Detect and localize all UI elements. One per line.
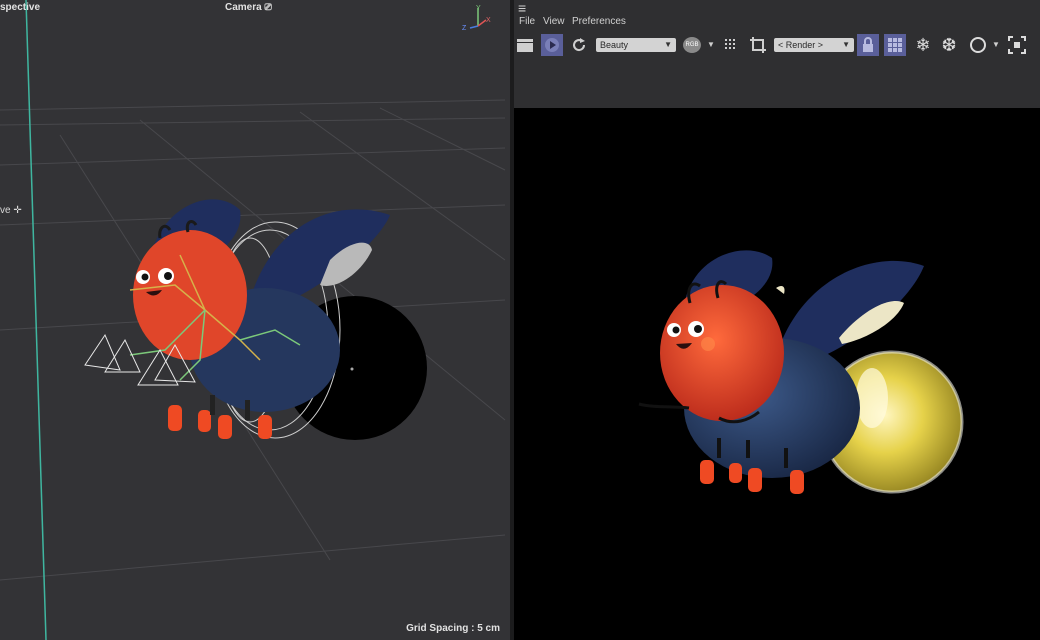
- viewport-scene[interactable]: Y Z X: [0, 0, 510, 640]
- camera-icon: ⎚: [264, 2, 272, 12]
- render-canvas[interactable]: [514, 108, 1040, 640]
- snowflake-icon[interactable]: ❄: [912, 34, 934, 56]
- crop-icon: [750, 37, 766, 53]
- render-select[interactable]: < Render > ▼: [774, 38, 854, 52]
- move-tool-label[interactable]: ve ✛: [0, 205, 22, 216]
- move-tool-text: ve: [0, 205, 11, 216]
- focus-button[interactable]: [1006, 34, 1028, 56]
- menu-file[interactable]: File: [519, 16, 535, 27]
- lock-icon: [863, 37, 873, 52]
- rendered-image: [638, 250, 964, 494]
- render-menu-bar: ≡ File View Preferences: [514, 0, 1040, 32]
- head-viewport[interactable]: [133, 230, 247, 360]
- viewport-panel[interactable]: Y Z X spective Camera ⎚ ve ✛ Grid Spacin…: [0, 0, 510, 640]
- hamburger-icon[interactable]: ≡: [518, 0, 526, 16]
- snowflake-plus-icon[interactable]: ❆: [938, 34, 960, 56]
- clapperboard-icon: [517, 39, 533, 52]
- chevron-down-icon: ▼: [664, 40, 672, 49]
- focus-icon: [1008, 36, 1026, 54]
- view-mode-label[interactable]: spective: [0, 2, 40, 13]
- crop-button[interactable]: [747, 34, 769, 56]
- circle-icon: [970, 37, 986, 53]
- render-select-value: < Render >: [778, 40, 824, 50]
- refresh-icon: [573, 38, 586, 52]
- viewport-header: spective Camera ⎚: [0, 0, 510, 56]
- rgb-dropdown-arrow[interactable]: ▼: [707, 40, 715, 49]
- head-render: [660, 285, 784, 421]
- pass-select-value: Beauty: [600, 40, 629, 50]
- grid-icon: [725, 39, 735, 49]
- lock-button[interactable]: [857, 34, 879, 56]
- pass-select[interactable]: Beauty ▼: [596, 38, 676, 52]
- circle-button[interactable]: [967, 34, 989, 56]
- play-render-button[interactable]: [541, 34, 563, 56]
- camera-label[interactable]: Camera ⎚: [225, 2, 272, 13]
- menu-preferences[interactable]: Preferences: [572, 16, 626, 27]
- move-icon: ✛: [13, 205, 22, 216]
- y-axis-line: [25, 0, 47, 640]
- rgb-badge-text: RGB: [685, 42, 699, 48]
- rgb-channel-badge[interactable]: RGB: [683, 37, 701, 53]
- circle-dropdown-arrow[interactable]: ▼: [992, 40, 1000, 49]
- render-toolbar: Beauty ▼ RGB ▼ < Render > ▼ ❄ ❆ ▼: [514, 32, 1040, 58]
- tile-icon: [888, 38, 902, 52]
- menu-view[interactable]: View: [543, 16, 565, 27]
- grid-button[interactable]: [720, 34, 742, 56]
- grid-spacing-label: Grid Spacing : 5 cm: [406, 623, 500, 634]
- chevron-down-icon: ▼: [842, 40, 850, 49]
- render-view-panel: ≡ File View Preferences Beauty ▼ RGB ▼ <…: [514, 0, 1040, 640]
- tile-button[interactable]: [884, 34, 906, 56]
- camera-label-text: Camera: [225, 2, 262, 13]
- play-icon: [545, 38, 559, 52]
- clapperboard-button[interactable]: [514, 34, 536, 56]
- refresh-button[interactable]: [568, 34, 590, 56]
